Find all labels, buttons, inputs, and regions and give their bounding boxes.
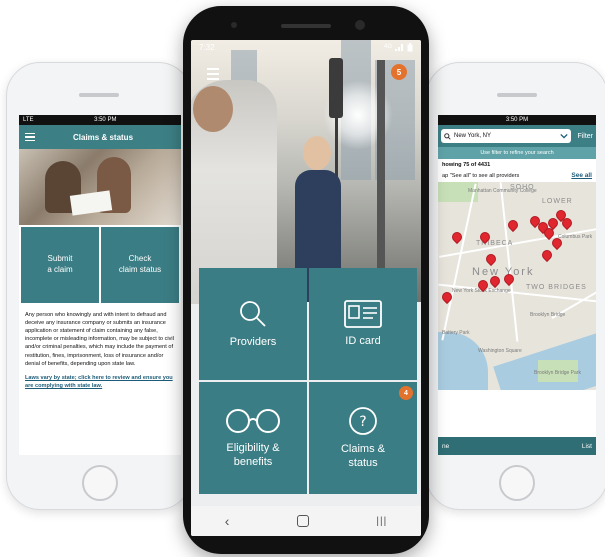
status-bar: 7:32 4G xyxy=(191,40,421,54)
id-card-tile[interactable]: ID card xyxy=(309,268,417,380)
search-icon xyxy=(240,300,266,327)
home-screen: 7:32 4G 5 Providers ID card Eligibility … xyxy=(191,40,421,536)
right-phone: 3:50 PM New York, NY Filter Use filter t… xyxy=(426,62,605,510)
id-card-icon xyxy=(344,299,382,328)
check-claim-status-button[interactable]: Check claim status xyxy=(101,227,179,303)
status-bar: 3:50 PM xyxy=(438,115,596,125)
claims-screen: LTE 3:50 PM Claims & status Submit a cla… xyxy=(19,115,181,455)
submit-claim-button[interactable]: Submit a claim xyxy=(21,227,99,303)
svg-text:?: ? xyxy=(359,414,366,430)
providers-tile[interactable]: Providers xyxy=(199,268,307,380)
battery-icon xyxy=(407,42,413,51)
page-title: Claims & status xyxy=(73,132,134,142)
filter-button[interactable]: Filter xyxy=(577,133,593,140)
result-count: howing 75 of 4431 xyxy=(442,162,491,168)
signal-icon xyxy=(395,44,403,51)
chevron-down-icon[interactable] xyxy=(560,133,569,139)
recent-apps-icon[interactable]: ||| xyxy=(376,516,387,527)
home-button[interactable] xyxy=(82,465,118,501)
fraud-disclaimer: Any person who knowingly and with intent… xyxy=(25,312,174,367)
see-all-hint: ap "See all" to see all providers xyxy=(442,172,520,179)
home-button[interactable] xyxy=(499,465,535,501)
network-label: 4G xyxy=(383,44,392,50)
glasses-icon xyxy=(226,408,280,433)
map-label-lower: LOWER xyxy=(542,198,573,205)
provider-pin[interactable] xyxy=(483,251,499,267)
map-label-brooklyn-bridge: Brooklyn Bridge xyxy=(530,312,566,318)
hero-photo xyxy=(191,40,421,304)
provider-pin[interactable] xyxy=(505,217,521,233)
speaker xyxy=(79,93,119,97)
sensor xyxy=(231,22,237,28)
home-icon[interactable] xyxy=(296,515,309,527)
bottom-toolbar: ne List xyxy=(438,437,596,455)
menu-icon[interactable] xyxy=(19,132,41,142)
check-claim-status-label: Check claim status xyxy=(118,254,162,274)
location-search-input[interactable]: New York, NY xyxy=(441,129,572,143)
state-law-link[interactable]: Laws vary by state; click here to review… xyxy=(19,370,181,390)
android-nav-bar: ‹ ||| xyxy=(191,506,421,536)
carrier-label: LTE xyxy=(23,117,34,123)
map-label-columbus-park: Columbus Park xyxy=(558,234,593,240)
provider-map[interactable]: Manhattan Community College SOHO LOWER T… xyxy=(438,182,596,390)
providers-label: Providers xyxy=(229,335,277,348)
list-tab[interactable]: List xyxy=(582,443,592,450)
eligibility-benefits-label: Eligibility & benefits xyxy=(226,441,280,468)
map-label-two-bridges: TWO BRIDGES xyxy=(526,284,587,291)
hero-photo xyxy=(19,149,181,225)
claim-actions: Submit a claim Check claim status xyxy=(19,225,181,305)
status-time: 3:50 PM xyxy=(94,117,117,123)
location-value: New York, NY xyxy=(454,133,492,139)
map-label-brooklyn-bridge-park: Brooklyn Bridge Park xyxy=(534,370,581,376)
submit-claim-label: Submit a claim xyxy=(47,254,73,274)
see-all-row: ap "See all" to see all providers See al… xyxy=(438,168,596,182)
back-icon[interactable]: ‹ xyxy=(225,513,230,529)
map-screen: 3:50 PM New York, NY Filter Use filter t… xyxy=(438,115,596,455)
provider-pin[interactable] xyxy=(539,247,555,263)
status-time: 3:50 PM xyxy=(505,117,529,123)
search-icon xyxy=(444,132,451,140)
left-phone: LTE 3:50 PM Claims & status Submit a cla… xyxy=(6,62,192,510)
see-all-link[interactable]: See all xyxy=(571,172,592,179)
filter-hint: Use filter to refine your search xyxy=(438,147,596,159)
status-time: 7:32 xyxy=(199,42,215,52)
front-camera xyxy=(355,20,365,30)
map-label-washington-square: Washington Square xyxy=(478,348,522,354)
map-tab[interactable]: ne xyxy=(442,443,449,450)
id-card-label: ID card xyxy=(345,334,381,347)
map-label-battery-park: Battery Park xyxy=(442,330,470,336)
speaker xyxy=(281,24,331,28)
speaker xyxy=(497,93,537,97)
question-icon: ? xyxy=(349,406,377,435)
claims-status-tile[interactable]: 4 ? Claims & status xyxy=(309,382,417,494)
search-bar: New York, NY Filter xyxy=(438,125,596,147)
map-label-soho: SOHO xyxy=(510,184,535,191)
home-tiles: Providers ID card Eligibility & benefits… xyxy=(199,268,417,494)
center-phone: 7:32 4G 5 Providers ID card Eligibility … xyxy=(183,6,429,554)
eligibility-benefits-tile[interactable]: Eligibility & benefits xyxy=(199,382,307,494)
claims-badge: 4 xyxy=(399,386,413,400)
app-header: Claims & status xyxy=(19,125,181,149)
menu-icon[interactable] xyxy=(207,68,219,80)
claims-status-label: Claims & status xyxy=(340,442,385,469)
notification-badge[interactable]: 5 xyxy=(391,64,407,80)
status-bar: LTE 3:50 PM xyxy=(19,115,181,125)
